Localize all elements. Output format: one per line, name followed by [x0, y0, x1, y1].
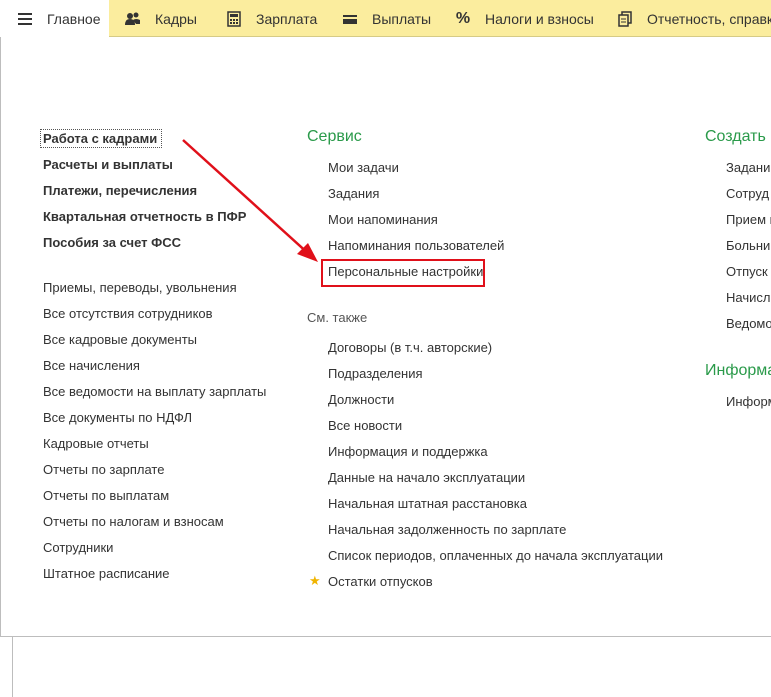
link-my-reminders[interactable]: Мои напоминания: [328, 212, 438, 228]
tab-payments[interactable]: Выплаты: [342, 0, 431, 37]
link-employees[interactable]: Сотрудники: [43, 540, 113, 556]
tab-reports[interactable]: Отчетность, справки: [617, 0, 771, 37]
favorite-star-icon: ★: [309, 573, 321, 588]
link-all-ndfl-documents[interactable]: Все документы по НДФЛ: [43, 410, 192, 426]
service-header: Сервис: [307, 128, 362, 145]
create-link[interactable]: Прием н: [726, 212, 771, 228]
tab-label: Налоги и взносы: [485, 10, 594, 27]
link-my-tasks[interactable]: Мои задачи: [328, 160, 399, 176]
link-initial-salary-debt[interactable]: Начальная задолженность по зарплате: [328, 522, 566, 538]
tab-label: Отчетность, справки: [647, 10, 771, 27]
people-icon: [125, 11, 141, 27]
link-hr-work[interactable]: Работа с кадрами: [43, 131, 157, 147]
highlight-personal-settings: [321, 259, 485, 287]
tab-label: Главное: [47, 10, 101, 27]
tab-label: Зарплата: [256, 10, 318, 27]
create-link[interactable]: Ведомо: [726, 316, 771, 332]
link-hr-reports[interactable]: Кадровые отчеты: [43, 436, 149, 452]
link-initial-data[interactable]: Данные на начало эксплуатации: [328, 470, 525, 486]
info-link[interactable]: Информ: [726, 394, 771, 410]
create-link[interactable]: Начисл: [726, 290, 770, 306]
link-all-absences[interactable]: Все отсутствия сотрудников: [43, 306, 213, 322]
link-all-payroll-statements[interactable]: Все ведомости на выплату зарплаты: [43, 384, 266, 400]
see-also-header: См. также: [307, 310, 368, 325]
tab-label: Выплаты: [372, 10, 432, 27]
documents-icon: [617, 10, 633, 27]
link-salary-reports[interactable]: Отчеты по зарплате: [43, 462, 164, 478]
create-link[interactable]: Больни: [726, 238, 770, 254]
tab-taxes[interactable]: % Налоги и взносы: [455, 0, 594, 37]
link-user-reminders[interactable]: Напоминания пользователей: [328, 238, 504, 254]
link-departments[interactable]: Подразделения: [328, 366, 423, 382]
wallet-icon: [342, 11, 358, 27]
link-hires-transfers-dismissals[interactable]: Приемы, переводы, увольнения: [43, 280, 237, 296]
create-link[interactable]: Отпуск: [726, 264, 768, 280]
link-all-hr-documents[interactable]: Все кадровые документы: [43, 332, 197, 348]
link-payment-reports[interactable]: Отчеты по выплатам: [43, 488, 169, 504]
percent-icon: %: [455, 9, 471, 27]
link-staff-schedule[interactable]: Штатное расписание: [43, 566, 170, 582]
link-all-accruals[interactable]: Все начисления: [43, 358, 140, 374]
content-border-left: [0, 37, 1, 636]
link-prepaid-periods[interactable]: Список периодов, оплаченных до начала эк…: [328, 548, 663, 564]
link-fss-benefits[interactable]: Пособия за счет ФСС: [43, 235, 181, 251]
link-assignments[interactable]: Задания: [328, 186, 379, 202]
info-header: Информа: [705, 362, 771, 379]
menu-icon: [17, 11, 33, 27]
tab-personnel[interactable]: Кадры: [125, 0, 197, 37]
tab-main[interactable]: Главное: [0, 0, 109, 37]
link-initial-staffing[interactable]: Начальная штатная расстановка: [328, 496, 527, 512]
calculator-icon: [226, 10, 242, 27]
content-border-bottom: [0, 636, 771, 637]
link-all-news[interactable]: Все новости: [328, 418, 402, 434]
link-payment-transfers[interactable]: Платежи, перечисления: [43, 183, 197, 199]
link-vacation-balances[interactable]: Остатки отпусков: [328, 574, 433, 590]
create-link[interactable]: Задани: [726, 160, 770, 176]
link-tax-reports[interactable]: Отчеты по налогам и взносам: [43, 514, 224, 530]
link-contracts[interactable]: Договоры (в т.ч. авторские): [328, 340, 492, 356]
link-info-support[interactable]: Информация и поддержка: [328, 444, 488, 460]
sections-panel: Главное Кадры Зарплата Выплаты % Налоги …: [0, 0, 771, 37]
tab-label: Кадры: [155, 10, 197, 27]
tab-salary[interactable]: Зарплата: [226, 0, 317, 37]
link-calculations-payments[interactable]: Расчеты и выплаты: [43, 157, 173, 173]
link-positions[interactable]: Должности: [328, 392, 394, 408]
create-header: Создать: [705, 128, 766, 145]
lower-panel-border: [12, 637, 13, 697]
create-link[interactable]: Сотруд: [726, 186, 769, 202]
link-quarterly-pfr-reporting[interactable]: Квартальная отчетность в ПФР: [43, 209, 246, 225]
